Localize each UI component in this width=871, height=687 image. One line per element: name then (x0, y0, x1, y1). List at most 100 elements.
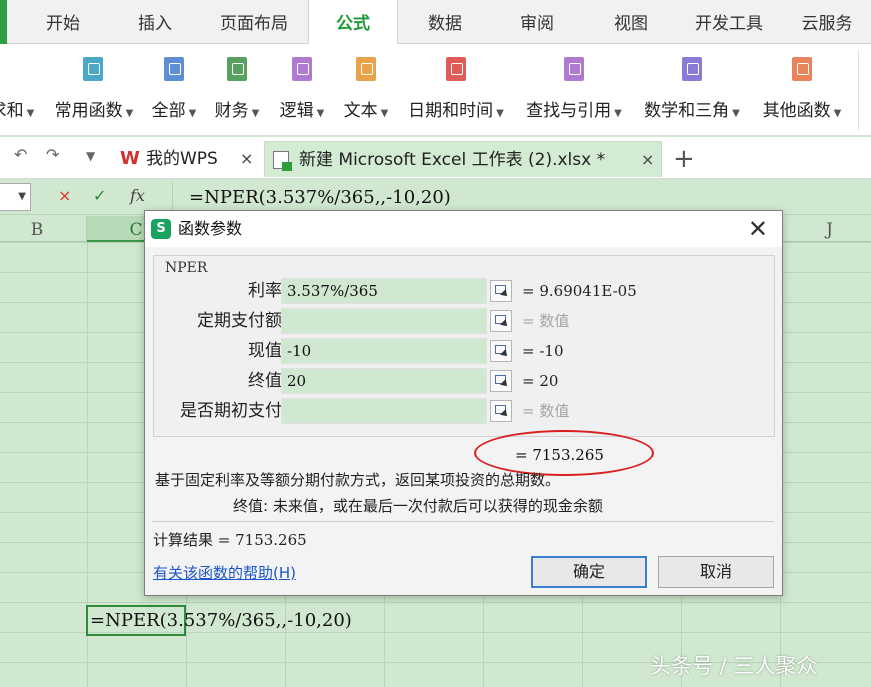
tab-page-layout[interactable]: 页面布局 (206, 0, 302, 44)
cancel-button[interactable]: 取消 (658, 556, 774, 588)
finance-icon (227, 57, 247, 81)
confirm-formula-icon[interactable]: ✓ (93, 186, 106, 206)
param-result: = 数值 (522, 402, 570, 420)
datetime-icon (446, 57, 466, 81)
ribbon-finance-label: 财务 (214, 101, 249, 121)
param-input-type[interactable] (281, 398, 487, 424)
dropdown-caret-icon: ▼ (496, 108, 504, 119)
tab-developer-tools[interactable]: 开发工具 (684, 0, 774, 44)
dropdown-caret-icon: ▼ (614, 108, 622, 119)
column-header-j[interactable]: J (780, 216, 871, 242)
param-row-fv: 终值 20 = 20 (154, 368, 774, 394)
function-help-link[interactable]: 有关该函数的帮助(H) (153, 562, 296, 584)
name-box-dropdown[interactable]: ▼ (0, 183, 31, 211)
app-menu-strip[interactable] (0, 0, 7, 44)
param-label: 利率 (248, 281, 282, 301)
tab-review[interactable]: 审阅 (494, 0, 580, 44)
ribbon-datetime-label: 日期和时间 (408, 101, 494, 121)
collapse-dialog-icon[interactable] (490, 340, 512, 362)
param-input-rate[interactable]: 3.537%/365 (281, 278, 487, 304)
param-label: 现值 (248, 341, 282, 361)
wps-logo-icon: W (120, 148, 140, 169)
ribbon-text[interactable]: 文本 ▼ (336, 54, 396, 132)
function-name: NPER (165, 260, 208, 276)
arguments-group: NPER 利率 3.537%/365 = 9.69041E-05 定期支付额 =… (153, 255, 775, 437)
ribbon-all-functions[interactable]: 全部 ▼ (146, 54, 202, 132)
ok-button[interactable]: 确定 (531, 556, 647, 588)
ribbon-math[interactable]: 数学和三角 ▼ (638, 54, 746, 132)
dropdown-caret-icon: ▼ (188, 108, 197, 119)
dropdown-caret-icon: ▼ (251, 108, 260, 119)
insert-function-icon[interactable]: fx (130, 186, 145, 206)
parameter-description: 终值: 未来值，或在最后一次付款后可以获得的现金余额 (233, 497, 603, 515)
tab-excel-document[interactable]: 新建 Microsoft Excel 工作表 (2).xlsx * × (264, 141, 662, 177)
tab-formula[interactable]: 公式 (308, 0, 398, 45)
ribbon-math-label: 数学和三角 (644, 101, 730, 121)
collapse-dialog-icon[interactable] (490, 280, 512, 302)
tab-insert[interactable]: 插入 (112, 0, 198, 44)
param-result: = 9.69041E-05 (522, 282, 637, 300)
dropdown-caret-icon: ▼ (732, 108, 740, 119)
dialog-titlebar[interactable]: S 函数参数 ✕ (145, 211, 782, 247)
ribbon-logic[interactable]: 逻辑 ▼ (272, 54, 332, 132)
other-functions-icon (792, 57, 812, 81)
param-label: 终值 (248, 371, 282, 391)
ribbon-sum-label: 求和 (0, 101, 24, 121)
param-row-type: 是否期初支付 = 数值 (154, 398, 774, 424)
ribbon-separator (858, 50, 859, 130)
close-icon[interactable]: × (641, 142, 654, 178)
ribbon-all-functions-label: 全部 (151, 101, 186, 121)
ribbon-lookup[interactable]: 查找与引用 ▼ (520, 54, 628, 132)
tab-cloud-service[interactable]: 云服务 (786, 0, 868, 44)
ribbon-datetime[interactable]: 日期和时间 ▼ (402, 54, 510, 132)
ribbon-common-functions[interactable]: 常用函数 ▼ (46, 54, 142, 132)
ribbon-finance[interactable]: 财务 ▼ (208, 54, 266, 132)
lookup-icon (564, 57, 584, 81)
param-row-pmt: 定期支付额 = 数值 (154, 308, 774, 334)
param-input-pv[interactable]: -10 (281, 338, 487, 364)
param-label: 是否期初支付 (180, 401, 282, 421)
dropdown-caret-icon: ▼ (833, 108, 842, 119)
spreadsheet-file-icon (273, 151, 292, 171)
tab-view[interactable]: 视图 (586, 0, 676, 44)
common-functions-icon (83, 57, 103, 81)
text-icon (356, 57, 376, 81)
collapse-dialog-icon[interactable] (490, 400, 512, 422)
collapse-dialog-icon[interactable] (490, 310, 512, 332)
column-header-b[interactable]: B (0, 216, 87, 242)
math-icon (682, 57, 702, 81)
close-icon[interactable]: × (240, 141, 253, 177)
dropdown-caret-icon: ▼ (380, 108, 389, 119)
active-cell-formula: =NPER(3.537%/365,,-10,20) (90, 610, 352, 631)
wps-spreadsheet-logo-icon: S (151, 219, 171, 239)
param-input-fv[interactable]: 20 (281, 368, 487, 394)
tab-my-wps-label: 我的WPS (146, 149, 218, 169)
function-description: 基于固定利率及等额分期付款方式，返回某项投资的总期数。 (155, 471, 561, 489)
ribbon-other-functions[interactable]: 其他函数 ▼ (756, 54, 848, 132)
tab-my-wps[interactable]: W 我的WPS × (112, 141, 262, 177)
undo-icon[interactable]: ↶ (14, 145, 27, 164)
tab-start[interactable]: 开始 (22, 0, 104, 44)
close-icon[interactable]: ✕ (748, 215, 768, 243)
formula-input[interactable]: =NPER(3.537%/365,,-10,20) (172, 182, 871, 213)
new-tab-plus-icon[interactable]: + (673, 141, 695, 177)
dropdown-caret-icon: ▼ (26, 108, 35, 119)
dialog-separator (152, 521, 774, 522)
param-row-pv: 现值 -10 = -10 (154, 338, 774, 364)
ribbon-sum[interactable]: 求和▼ (0, 54, 40, 132)
param-input-pmt[interactable] (281, 308, 487, 334)
watermark: 头条号 / 三人聚众 (650, 654, 818, 678)
param-result: = 数值 (522, 312, 570, 330)
tab-excel-document-label: 新建 Microsoft Excel 工作表 (2).xlsx * (299, 150, 606, 170)
function-arguments-dialog: S 函数参数 ✕ NPER 利率 3.537%/365 = 9.69041E-0… (144, 210, 783, 596)
collapse-dialog-icon[interactable] (490, 370, 512, 392)
tab-data[interactable]: 数据 (402, 0, 488, 44)
param-label: 定期支付额 (197, 311, 282, 331)
redo-icon[interactable]: ↷ (46, 145, 59, 164)
ribbon-formula: 求和▼ 常用函数▼ 全部▼ 财务▼ 逻辑▼ 文本▼ 日期和时间▼ 查找与引用▼ … (0, 44, 871, 136)
quick-access-dropdown-icon[interactable]: ▼ (86, 149, 95, 163)
cancel-formula-icon[interactable]: × (58, 186, 71, 206)
dropdown-caret-icon: ▼ (125, 108, 134, 119)
dropdown-caret-icon: ▼ (316, 108, 325, 119)
calculation-result: 计算结果 = 7153.265 (153, 531, 307, 549)
